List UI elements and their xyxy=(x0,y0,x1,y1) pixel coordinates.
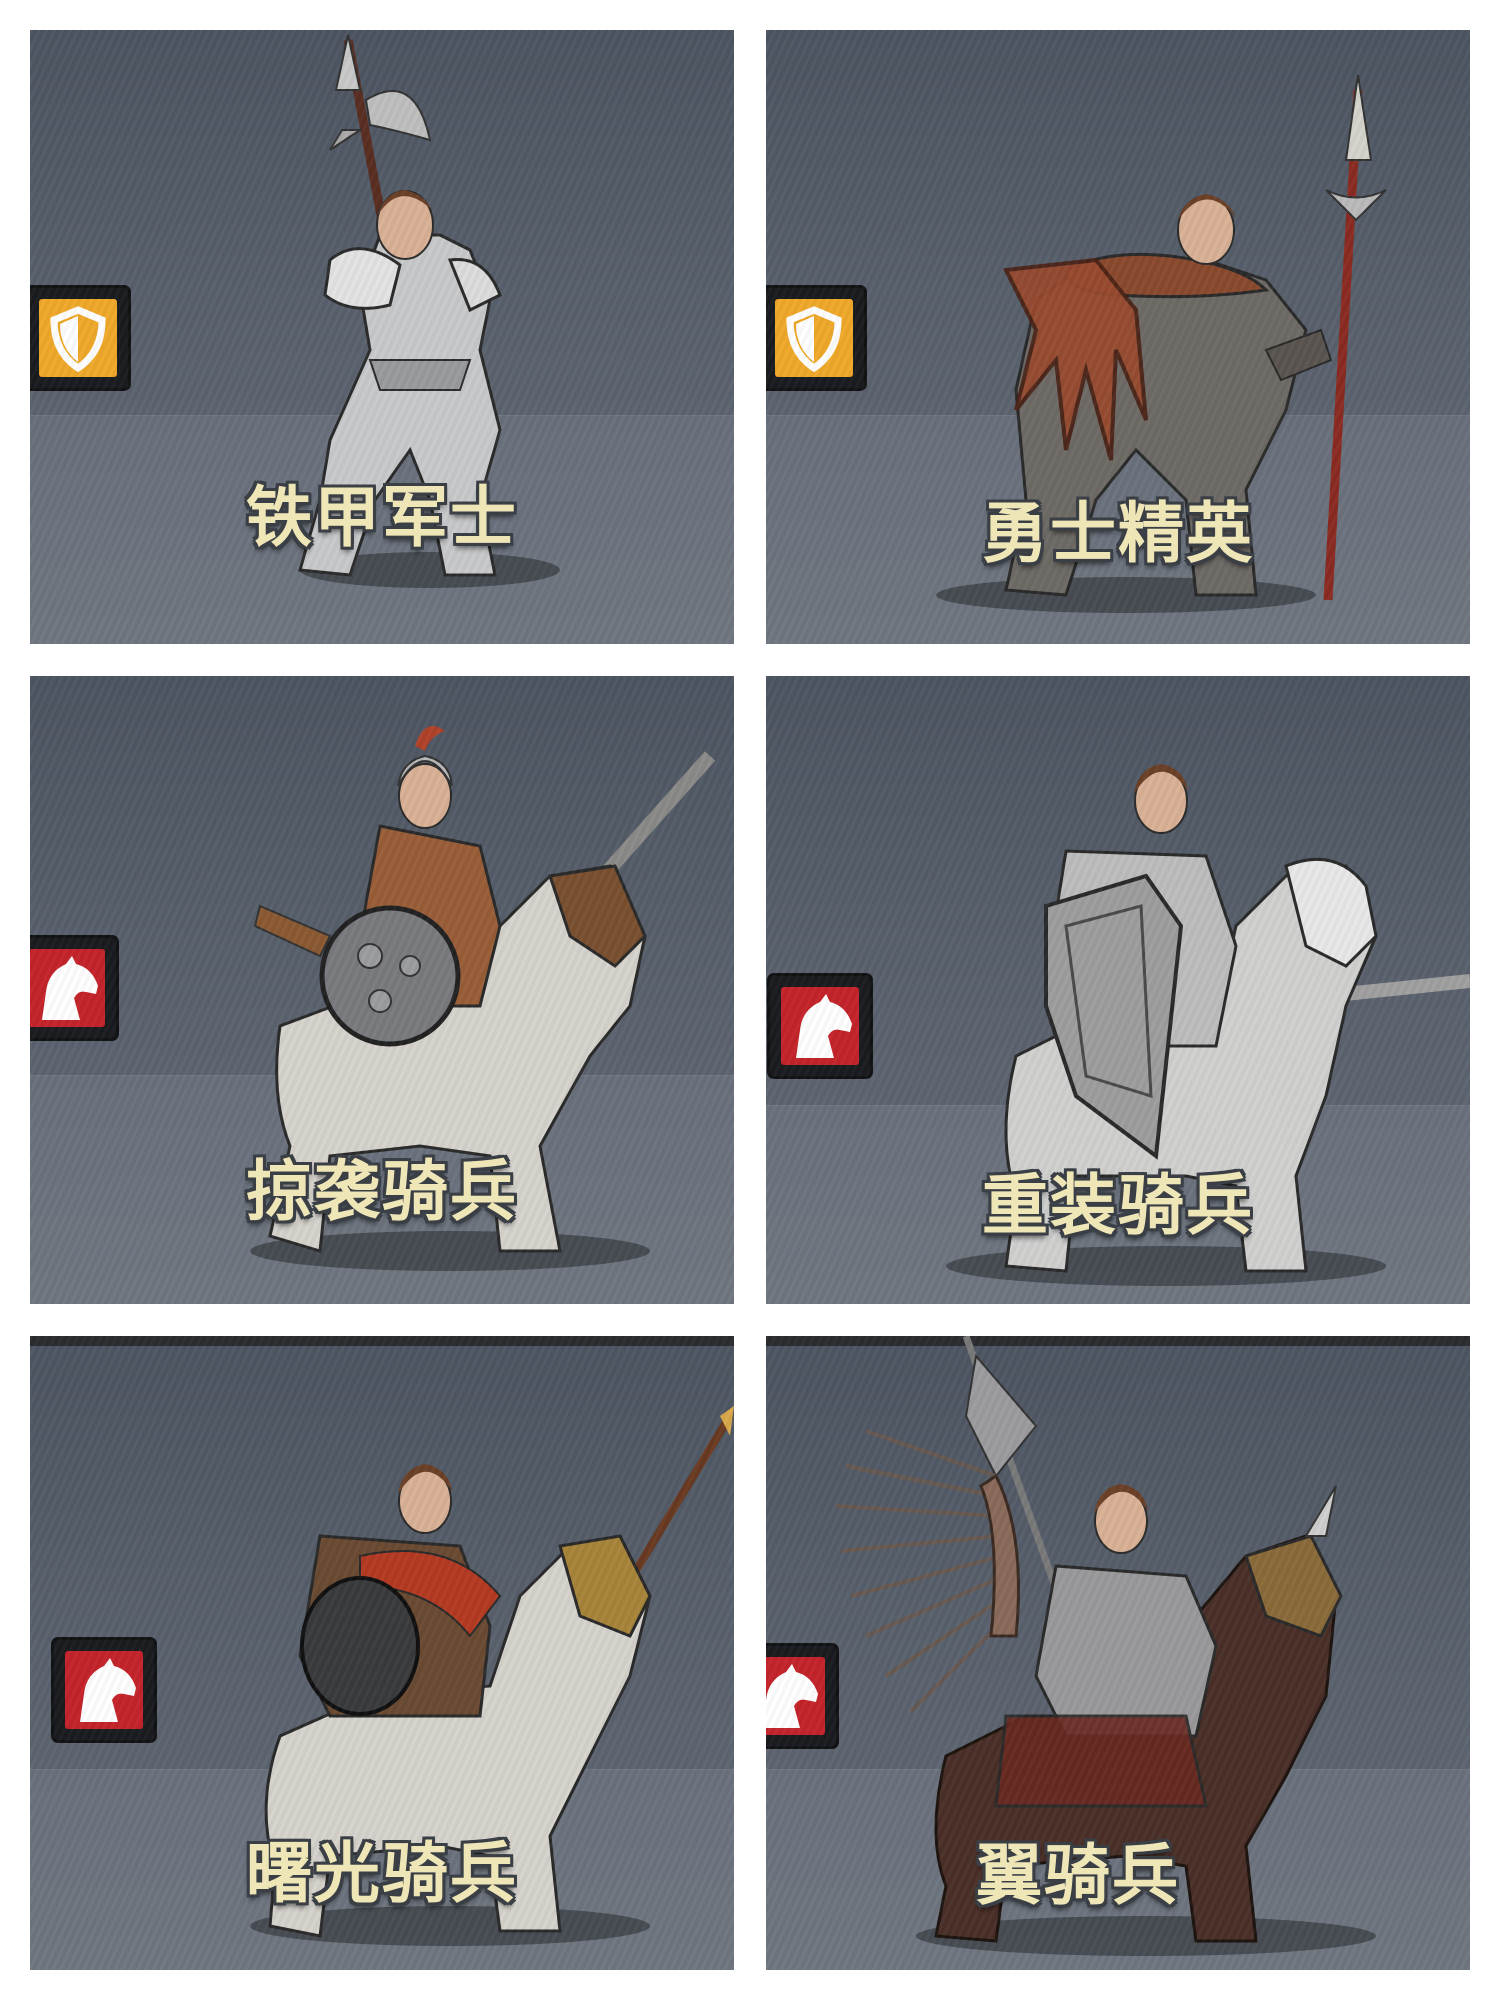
unit-type-badge xyxy=(54,1640,154,1740)
unit-card-heavy-cavalry[interactable]: 重装骑兵 xyxy=(766,676,1470,1304)
horse-head-icon xyxy=(80,1658,136,1722)
shield-icon xyxy=(786,306,842,373)
unit-card-iron-soldier[interactable]: 铁甲军士 xyxy=(30,30,734,644)
unit-type-badge xyxy=(30,288,128,388)
unit-type-badge xyxy=(766,288,864,388)
unit-type-badge xyxy=(770,976,870,1076)
shield-icon xyxy=(50,306,106,373)
unit-name: 勇士精英 xyxy=(982,495,1254,572)
unit-name: 曙光骑兵 xyxy=(246,1835,518,1912)
horse-head-icon xyxy=(42,956,98,1020)
unit-card-winged-hussar[interactable]: 翼骑兵 xyxy=(766,1336,1470,1970)
unit-card-raider-cavalry[interactable]: 掠袭骑兵 xyxy=(30,676,734,1304)
unit-type-badge xyxy=(766,1646,836,1746)
unit-name: 铁甲军士 xyxy=(246,479,518,556)
unit-name: 翼骑兵 xyxy=(976,1837,1180,1914)
unit-name: 重装骑兵 xyxy=(982,1167,1254,1244)
unit-card-dawn-cavalry[interactable]: 曙光骑兵 xyxy=(30,1336,734,1970)
horse-head-icon xyxy=(796,994,852,1058)
unit-name: 掠袭骑兵 xyxy=(246,1153,518,1230)
unit-type-badge xyxy=(30,938,116,1038)
unit-card-warrior-elite[interactable]: 勇士精英 xyxy=(766,30,1470,644)
horse-head-icon xyxy=(766,1664,818,1728)
